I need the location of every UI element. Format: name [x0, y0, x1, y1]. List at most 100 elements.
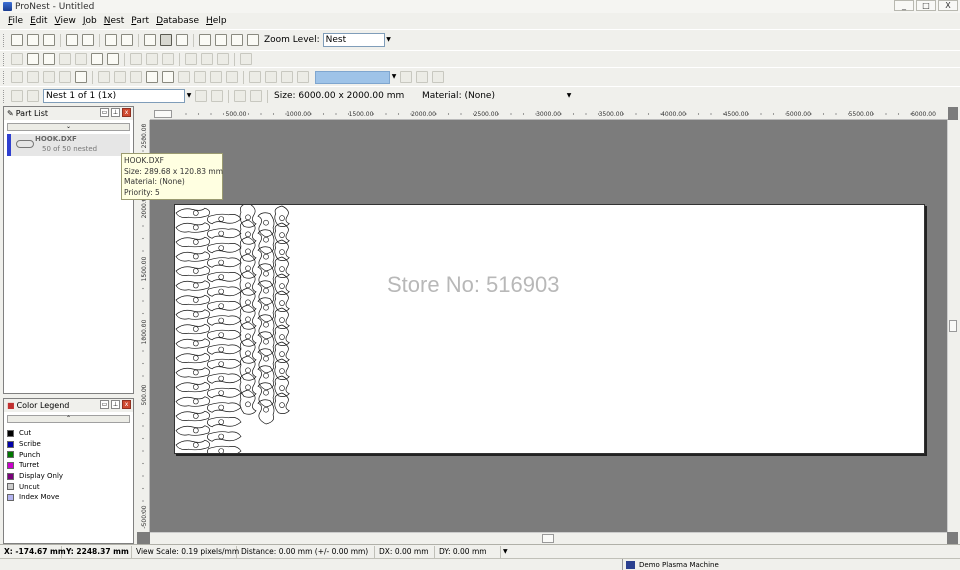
maximize-button[interactable]: □: [916, 0, 936, 11]
nest-select[interactable]: Nest 1 of 1 (1x): [43, 89, 185, 103]
hook-part[interactable]: [207, 445, 242, 454]
toolbar-grip[interactable]: [3, 89, 6, 103]
hook-part[interactable]: [274, 375, 290, 397]
chevron-down-icon[interactable]: ▼: [565, 89, 573, 103]
delete-part-icon[interactable]: [27, 53, 39, 65]
hook-part[interactable]: [274, 290, 290, 312]
menu-edit[interactable]: Edit: [30, 16, 47, 26]
pin-icon[interactable]: ⊥: [111, 108, 120, 117]
flip-icon[interactable]: [226, 71, 238, 83]
menu-job[interactable]: Job: [83, 16, 97, 26]
ungroup-icon[interactable]: [59, 71, 71, 83]
hook-part[interactable]: [207, 358, 242, 370]
prev-plate-icon[interactable]: [234, 90, 246, 102]
hook-part[interactable]: [175, 338, 210, 349]
vertical-scrollbar[interactable]: [947, 120, 958, 532]
collapse-toggle[interactable]: ⌄: [7, 123, 130, 131]
hook-part[interactable]: [175, 410, 210, 422]
distribute-icon[interactable]: [194, 71, 206, 83]
hook-part[interactable]: [207, 402, 242, 413]
hook-part[interactable]: [274, 205, 290, 227]
stop-icon[interactable]: [146, 53, 158, 65]
lead-in-icon[interactable]: [201, 53, 213, 65]
array-icon[interactable]: [59, 53, 71, 65]
close-button[interactable]: X: [938, 0, 958, 11]
hook-part[interactable]: [274, 256, 290, 278]
menu-database[interactable]: Database: [156, 16, 199, 26]
pin-icon[interactable]: ⊥: [111, 400, 120, 409]
redo-icon[interactable]: [27, 71, 39, 83]
hook-part[interactable]: [175, 280, 210, 291]
sequence-icon[interactable]: [185, 53, 197, 65]
hook-part[interactable]: [207, 242, 242, 254]
bump-icon[interactable]: [249, 71, 261, 83]
hook-part[interactable]: [274, 358, 290, 380]
horizontal-scroll-thumb[interactable]: [542, 534, 554, 543]
hook-part[interactable]: [207, 416, 242, 428]
hook-part[interactable]: [207, 329, 242, 341]
pan-icon[interactable]: [176, 34, 188, 46]
panel-menu-button[interactable]: ▭: [100, 400, 109, 409]
group-icon[interactable]: [43, 71, 55, 83]
add-icon[interactable]: [281, 71, 293, 83]
bridge-icon[interactable]: [217, 53, 229, 65]
chevron-down-icon[interactable]: ▼: [185, 89, 193, 103]
hook-part[interactable]: [207, 228, 242, 239]
crosshair-icon[interactable]: [114, 71, 126, 83]
zoom-extents-icon[interactable]: [247, 34, 259, 46]
settings-icon[interactable]: [240, 53, 252, 65]
hook-part[interactable]: [207, 286, 242, 297]
hook-part[interactable]: [274, 273, 290, 295]
panel-menu-button[interactable]: ▭: [100, 108, 109, 117]
zoom-level-select[interactable]: Nest: [322, 33, 385, 47]
hook-part[interactable]: [175, 439, 210, 451]
hook-part[interactable]: [274, 239, 290, 261]
refresh-icon[interactable]: [144, 34, 156, 46]
new-file-icon[interactable]: [11, 34, 23, 46]
horizontal-scrollbar[interactable]: [150, 532, 947, 544]
zoom-icon[interactable]: [199, 34, 211, 46]
panel-close-button[interactable]: x: [122, 400, 131, 409]
counter-icon[interactable]: [432, 71, 444, 83]
part-list-item[interactable]: HOOK.DXF 50 of 50 nested: [7, 134, 130, 156]
hook-part[interactable]: [175, 294, 210, 306]
print-icon[interactable]: [66, 34, 78, 46]
save-icon[interactable]: [43, 34, 55, 46]
hook-part[interactable]: [175, 265, 210, 277]
menu-help[interactable]: Help: [206, 16, 227, 26]
chevron-down-icon[interactable]: ▼: [385, 33, 393, 47]
hook-part[interactable]: [207, 387, 242, 399]
hook-part[interactable]: [175, 396, 210, 407]
menu-part[interactable]: Part: [131, 16, 149, 26]
hook-part[interactable]: [274, 307, 290, 329]
hook-part[interactable]: [175, 367, 210, 378]
minimize-button[interactable]: _: [894, 0, 914, 11]
hook-part[interactable]: [175, 323, 210, 335]
hook-part[interactable]: [175, 352, 210, 364]
part-properties-icon[interactable]: [43, 53, 55, 65]
hook-part[interactable]: [175, 236, 210, 248]
rotate-left-icon[interactable]: [98, 71, 110, 83]
copy-icon[interactable]: [91, 53, 103, 65]
move-icon[interactable]: [75, 71, 87, 83]
hook-part[interactable]: [257, 399, 275, 425]
chevron-down-icon[interactable]: ▼: [390, 70, 398, 84]
hook-part[interactable]: [175, 309, 210, 320]
grid-icon[interactable]: [75, 53, 87, 65]
import-part-icon[interactable]: [105, 34, 117, 46]
zoom-out-icon[interactable]: [231, 34, 243, 46]
hook-part[interactable]: [175, 222, 210, 233]
snap-icon[interactable]: [210, 71, 222, 83]
menu-view[interactable]: View: [55, 16, 76, 26]
hook-part[interactable]: [207, 271, 242, 283]
print-preview-icon[interactable]: [82, 34, 94, 46]
first-nest-icon[interactable]: [11, 90, 23, 102]
rotation-angle-field[interactable]: [315, 70, 390, 84]
arrow-icon[interactable]: [162, 53, 174, 65]
hook-part[interactable]: [207, 431, 242, 442]
nudge-icon[interactable]: [265, 71, 277, 83]
toolbar-grip[interactable]: [3, 33, 6, 47]
hook-part[interactable]: [207, 344, 242, 355]
rotate-right-icon[interactable]: [130, 71, 142, 83]
hook-part[interactable]: [175, 207, 210, 219]
